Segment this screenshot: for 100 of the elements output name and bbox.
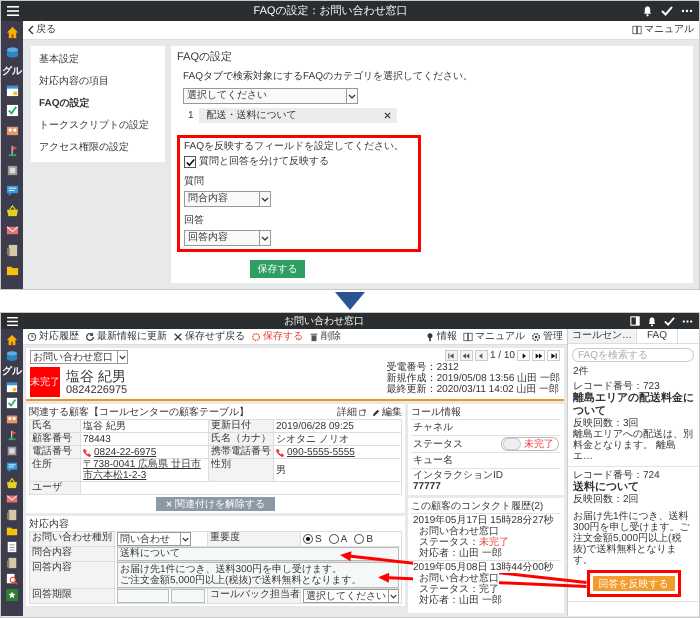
caret-icon xyxy=(259,231,270,245)
chat-icon[interactable] xyxy=(6,184,18,197)
toolbar-button[interactable]: 情報 xyxy=(425,331,457,342)
checklist-icon[interactable] xyxy=(6,104,18,117)
customer-name: 塩谷 紀男 xyxy=(66,368,127,384)
radio-button[interactable] xyxy=(354,534,364,544)
question-field[interactable]: 送料について xyxy=(117,547,399,561)
first-page-button[interactable] xyxy=(444,350,458,361)
edit-link[interactable]: 編集 xyxy=(372,407,402,418)
history-date: 2019年05月08日 13時44分00秒 xyxy=(413,562,554,573)
rail-label[interactable]: グル xyxy=(2,366,22,377)
menu-item[interactable]: 基本設定 xyxy=(31,49,165,71)
fast-forward-icon xyxy=(534,352,542,360)
rail-label[interactable]: グル xyxy=(2,66,22,77)
basket-icon[interactable] xyxy=(6,477,18,489)
inquiry-type-select[interactable]: 問い合わせ xyxy=(117,532,191,546)
mail-icon[interactable] xyxy=(6,224,18,237)
star-icon[interactable] xyxy=(6,589,18,601)
toolbar-button[interactable]: マニュアル xyxy=(463,331,525,342)
fast-back-button[interactable] xyxy=(460,350,473,361)
book-icon xyxy=(463,332,473,342)
checkbox[interactable] xyxy=(184,156,196,168)
toolbar-button[interactable]: 管理 xyxy=(531,331,563,342)
close-icon[interactable] xyxy=(384,112,391,119)
menu-icon[interactable] xyxy=(7,316,18,326)
field-value: 塩谷 紀男 xyxy=(81,420,208,432)
toolbar-button[interactable]: 対応履歴 xyxy=(27,331,79,342)
bell-icon[interactable] xyxy=(647,316,657,326)
answer-field[interactable]: お届け先1件につき、送料300円を申し受けます。 ご注文金額5,000円以上(税抜)で送料無料となります。 xyxy=(117,562,399,588)
flag-icon[interactable] xyxy=(6,429,18,441)
date-field[interactable] xyxy=(117,589,170,603)
check-mark-icon xyxy=(186,158,194,166)
status-toggle[interactable]: 未完了 xyxy=(501,437,559,451)
book-icon[interactable] xyxy=(6,509,18,521)
toolbar-button[interactable]: 最新情報に更新 xyxy=(85,331,167,342)
magnifier-icon[interactable] xyxy=(6,573,18,585)
square-icon[interactable] xyxy=(6,164,18,177)
book-icon[interactable] xyxy=(6,244,18,257)
menu-item[interactable]: 対応内容の項目 xyxy=(31,71,165,93)
category-select[interactable]: 選択してください xyxy=(183,88,358,104)
database-icon[interactable] xyxy=(6,350,18,362)
radio-label: B xyxy=(366,534,374,544)
toolbar-button[interactable]: 削除 xyxy=(309,331,341,342)
category-label: 配送・送料について xyxy=(206,110,298,122)
field-select[interactable]: 問合内容 xyxy=(184,191,271,207)
menu-item[interactable]: アクセス権限の設定 xyxy=(31,137,165,159)
faq-item[interactable]: レコード番号：723 離島エリアの配送料金について 反映回数：3回 離島エリアへの配送は、別料金となります。 離島エ… xyxy=(568,378,699,467)
last-page-button[interactable] xyxy=(547,350,560,361)
search-field[interactable]: FAQを検索する xyxy=(572,348,694,362)
home-icon[interactable] xyxy=(6,26,18,39)
history-date: 2019年05月17日 15時28分27秒 xyxy=(413,515,554,526)
mail-icon[interactable] xyxy=(6,493,18,505)
menu-item[interactable]: FAQの設定 xyxy=(31,93,165,115)
check-icon[interactable] xyxy=(661,5,673,17)
app-select[interactable]: お問い合わせ窓口 xyxy=(30,350,128,364)
phone-icon xyxy=(83,448,92,456)
calendar-icon[interactable] xyxy=(6,381,18,393)
home-icon[interactable] xyxy=(6,334,18,346)
check-icon[interactable] xyxy=(664,316,675,326)
detail-link[interactable]: 詳細 xyxy=(337,407,366,418)
next-button[interactable] xyxy=(517,350,530,361)
square-icon[interactable] xyxy=(6,445,18,457)
folder-icon[interactable] xyxy=(6,264,18,277)
next-icon xyxy=(520,352,528,360)
tab[interactable]: コールセン… xyxy=(568,329,637,343)
settings-icon xyxy=(531,332,541,342)
status-value: 未完了 xyxy=(479,537,509,548)
field-label: 問合内容 xyxy=(30,547,114,561)
database-icon[interactable] xyxy=(6,46,18,59)
fast-forward-button[interactable] xyxy=(532,350,545,361)
time-field[interactable] xyxy=(171,589,205,603)
menu-icon[interactable] xyxy=(7,6,19,16)
folder-icon[interactable] xyxy=(6,525,18,537)
previous-button[interactable] xyxy=(474,350,488,361)
status-label: ステータス： xyxy=(419,584,479,595)
address-link[interactable]: 〒738-0041 広島県 廿日市市六本松1-2-3 xyxy=(83,459,206,481)
document-icon[interactable] xyxy=(6,541,18,553)
toolbar-button[interactable]: 保存せず戻る xyxy=(173,331,245,342)
menu-item[interactable]: トークスクリプトの設定 xyxy=(31,115,165,137)
field-label: 携帯電話番号 xyxy=(209,446,273,458)
chat-icon[interactable] xyxy=(6,461,18,473)
checklist-icon[interactable] xyxy=(6,397,18,409)
card-icon[interactable] xyxy=(6,124,18,137)
radio-button[interactable] xyxy=(303,534,313,544)
panel-icon[interactable] xyxy=(630,316,640,326)
calendar-icon[interactable] xyxy=(6,84,18,97)
basket-icon[interactable] xyxy=(6,204,18,217)
lightbulb-icon xyxy=(425,332,435,342)
card-icon[interactable] xyxy=(6,413,18,425)
book-icon[interactable] xyxy=(6,557,18,569)
faq-item[interactable]: レコード番号：724 送料について 反映回数：2回 お届け先1件につき、送料300円を申し受けます。ご注文金額5,000円以上(税抜)で送料無料となります。 回答を反映する xyxy=(568,467,699,602)
card-title: 対応内容 xyxy=(29,519,69,530)
radio-button[interactable] xyxy=(328,534,339,544)
field-select[interactable]: 回答内容 xyxy=(184,230,271,246)
field-label: 氏名 xyxy=(30,420,80,432)
callback-select[interactable]: 選択してください xyxy=(303,589,399,603)
manual-link[interactable]: マニュアル xyxy=(632,24,694,36)
back-link[interactable]: 戻る xyxy=(28,24,56,36)
bell-icon[interactable] xyxy=(642,5,653,17)
toolbar-button[interactable]: 保存する xyxy=(251,331,303,342)
